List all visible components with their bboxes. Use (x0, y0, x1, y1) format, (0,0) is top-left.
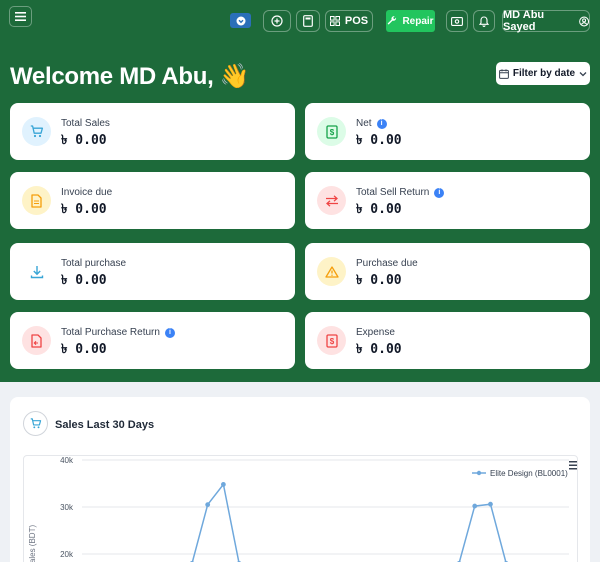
plus-circle-icon (271, 15, 283, 27)
grid-icon (329, 16, 340, 26)
svg-text:$: $ (329, 128, 334, 137)
cash-register-button[interactable] (446, 10, 468, 32)
chart-menu-button[interactable] (569, 461, 579, 470)
card-value: ৳ 0.00 (61, 133, 107, 148)
info-icon[interactable]: i (434, 187, 445, 198)
pos-button[interactable]: POS (325, 10, 373, 32)
y-tick-label: 30k (60, 503, 74, 512)
cart-icon (22, 117, 51, 146)
pos-label: POS (344, 15, 369, 27)
top-navbar: POS Repair MD Abu Sayed (0, 0, 600, 42)
info-icon[interactable]: i (164, 327, 175, 338)
calendar-icon (498, 68, 509, 79)
hamburger-icon (15, 12, 26, 21)
series-line (191, 482, 507, 562)
data-point[interactable] (488, 501, 493, 507)
data-point[interactable] (205, 502, 211, 508)
sales-line-chart: 40k 30k 20k ales (BDT) Elite Design (BL000… (28, 456, 579, 562)
filter-by-date-button[interactable]: Filter by date (496, 62, 590, 85)
exchange-icon (317, 186, 346, 215)
panel-title: Sales Last 30 Days (55, 419, 155, 431)
warning-icon (317, 257, 346, 286)
card-label: Total Sell Return (356, 187, 430, 198)
money-icon (451, 16, 463, 26)
repair-button[interactable]: Repair (386, 10, 435, 32)
data-point[interactable] (220, 482, 226, 487)
menu-toggle-button[interactable] (9, 6, 32, 27)
card-expense[interactable]: $ Expense ৳ 0.00 (305, 312, 590, 369)
wrench-icon (388, 16, 397, 25)
card-label: Expense (356, 327, 395, 338)
return-icon (22, 326, 51, 355)
card-total-sell-return[interactable]: Total Sell Return i ৳ 0.00 (305, 172, 590, 229)
card-label: Invoice due (61, 187, 113, 198)
repair-label: Repair (402, 15, 434, 27)
card-purchase-due[interactable]: Purchase due ৳ 0.00 (305, 243, 590, 300)
y-tick-label: 20k (60, 550, 74, 559)
card-label: Total Purchase Return (61, 327, 160, 338)
cart-icon (23, 411, 48, 436)
business-switcher-button[interactable] (230, 13, 251, 28)
notifications-button[interactable] (473, 10, 495, 32)
user-name: MD Abu Sayed (503, 9, 545, 33)
card-value: ৳ 0.00 (61, 342, 107, 357)
sales-chart: 40k 30k 20k ales (BDT) Elite Design (BL000… (23, 455, 579, 562)
data-point[interactable] (472, 503, 478, 509)
legend[interactable]: Elite Design (BL0001) (472, 469, 568, 478)
card-value: ৳ 0.00 (61, 273, 107, 288)
card-label: Net (356, 118, 372, 129)
document-icon (22, 186, 51, 215)
money-icon: $ (317, 117, 346, 146)
user-menu-button[interactable]: MD Abu Sayed (502, 9, 590, 33)
card-value: ৳ 0.00 (356, 342, 402, 357)
filter-label: Filter by date (512, 68, 576, 79)
legend-item: Elite Design (BL0001) (490, 469, 568, 478)
card-label: Purchase due (356, 258, 418, 269)
card-value: ৳ 0.00 (356, 202, 402, 217)
card-total-sales[interactable]: Total Sales ৳ 0.00 (10, 103, 295, 160)
card-total-purchase[interactable]: Total purchase ৳ 0.00 (10, 243, 295, 300)
dashboard-hero: Welcome MD Abu, 👋 Filter by date Total S… (0, 42, 600, 382)
calculator-button[interactable] (296, 10, 320, 32)
svg-text:$: $ (329, 337, 334, 346)
card-label: Total purchase (61, 258, 127, 269)
info-icon[interactable]: i (376, 118, 387, 129)
card-net[interactable]: $ Net i ৳ 0.00 (305, 103, 590, 160)
card-label: Total Sales (61, 118, 110, 129)
card-invoice-due[interactable]: Invoice due ৳ 0.00 (10, 172, 295, 229)
quick-add-button[interactable] (263, 10, 291, 32)
money-icon: $ (317, 326, 346, 355)
chevron-down-circle-icon (236, 16, 245, 25)
card-total-purchase-return[interactable]: Total Purchase Return i ৳ 0.00 (10, 312, 295, 369)
user-circle-icon (578, 16, 589, 26)
calculator-icon (303, 15, 313, 27)
card-value: ৳ 0.00 (61, 202, 107, 217)
y-tick-label: 40k (60, 456, 74, 465)
bell-icon (479, 15, 489, 27)
chevron-down-icon (579, 71, 587, 76)
download-icon (22, 257, 51, 286)
welcome-heading: Welcome MD Abu, 👋 (10, 63, 250, 90)
y-axis-label: ales (BDT) (28, 525, 37, 562)
sales-last-30-days-panel: Sales Last 30 Days 40k 30k 20k ales (BDT) … (10, 397, 590, 562)
card-value: ৳ 0.00 (356, 273, 402, 288)
card-value: ৳ 0.00 (356, 133, 402, 148)
